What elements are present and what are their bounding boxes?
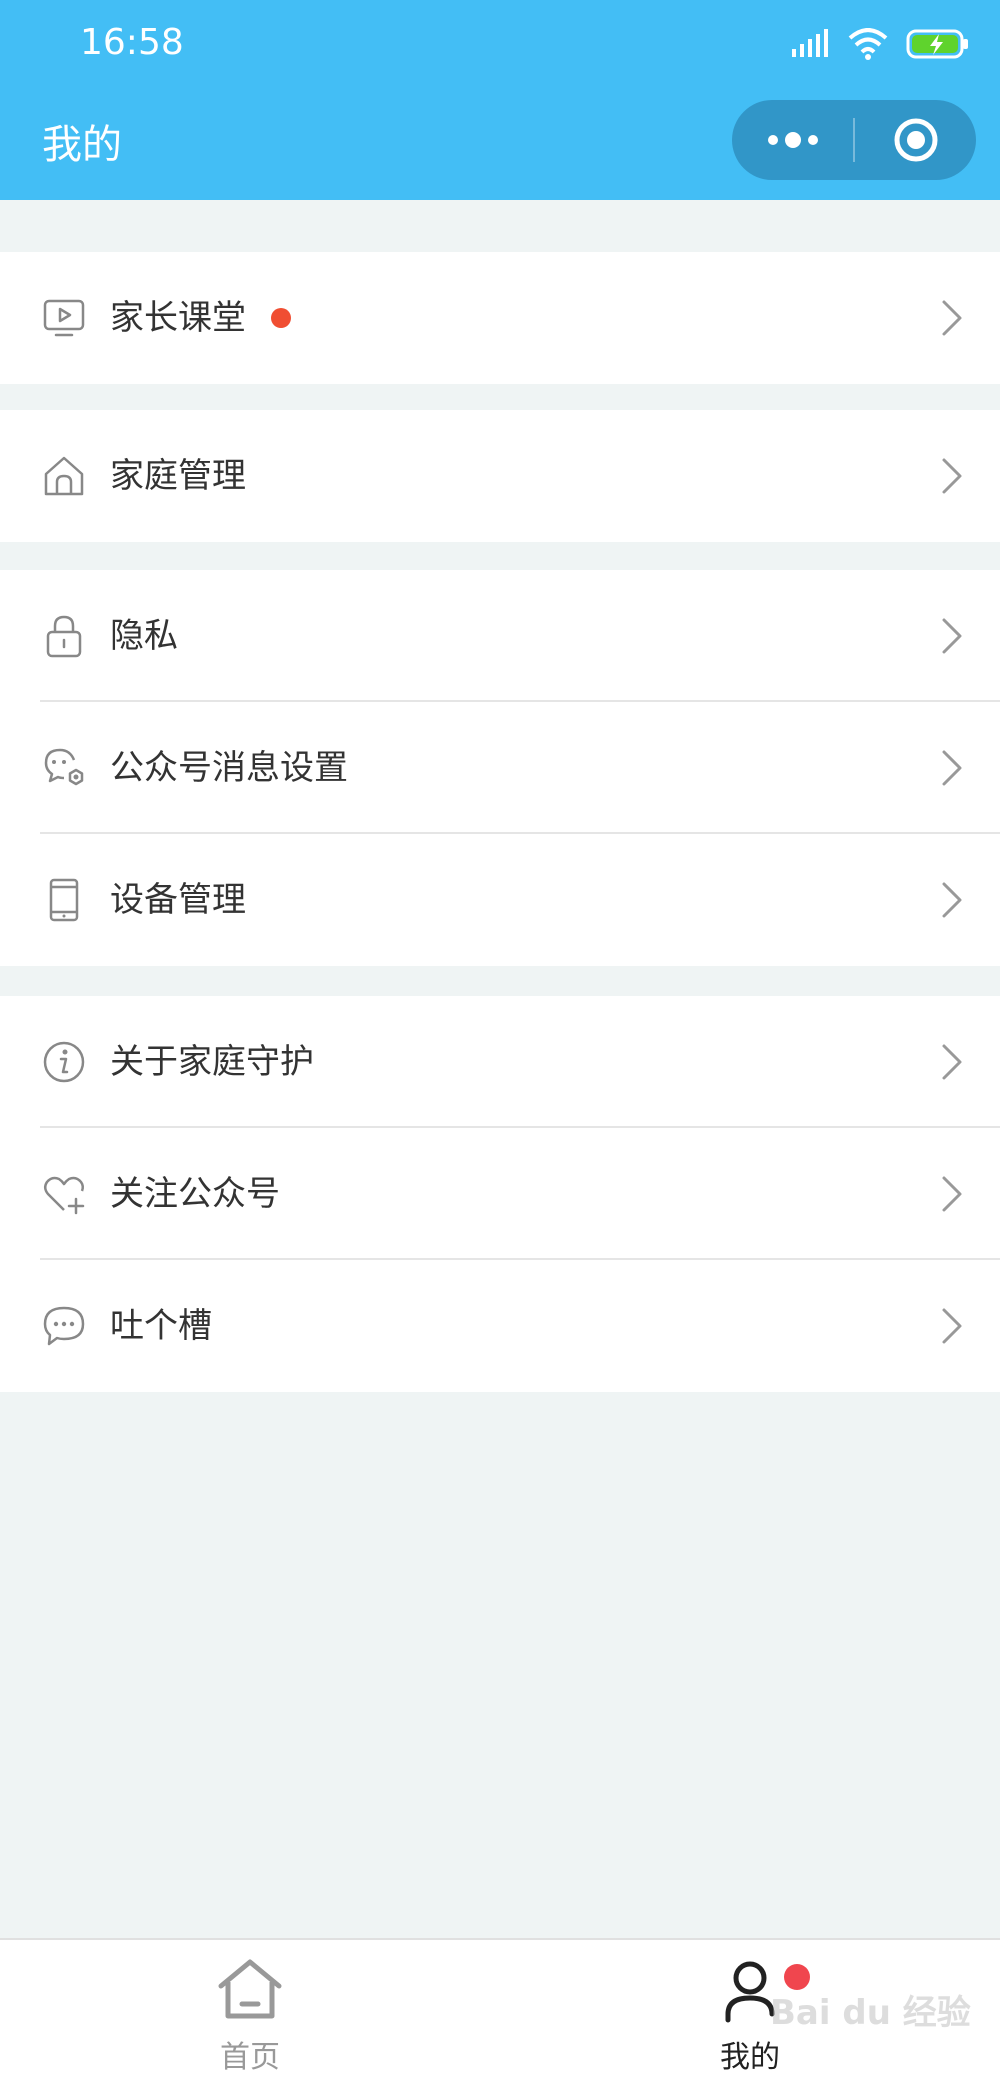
tab-home[interactable]: 首页 bbox=[140, 1940, 360, 2080]
watermark: Bai du 经验 bbox=[770, 1993, 971, 2033]
menu-item-label: 设备管理 bbox=[110, 880, 246, 920]
signal-icon bbox=[792, 29, 828, 57]
heart-plus-icon bbox=[44, 1176, 85, 1215]
phone-device-icon bbox=[49, 878, 79, 922]
chevron-right-icon bbox=[942, 618, 962, 654]
info-icon bbox=[43, 1041, 85, 1083]
menu-item-label: 吐个槽 bbox=[110, 1306, 212, 1346]
chevron-right-icon bbox=[942, 300, 962, 336]
menu-item-parent-class[interactable]: 家长课堂 bbox=[0, 252, 1000, 384]
mini-program-capsule bbox=[732, 100, 976, 180]
menu-section-4: 关于家庭守护 关注公众号 吐个槽 bbox=[0, 996, 1000, 1392]
menu-section-2: 家庭管理 bbox=[0, 410, 1000, 542]
menu-item-about[interactable]: 关于家庭守护 bbox=[0, 996, 1000, 1128]
chevron-right-icon bbox=[942, 1044, 962, 1080]
battery-charging-icon bbox=[906, 29, 968, 59]
play-screen-icon bbox=[43, 299, 85, 337]
menu-item-device-management[interactable]: 设备管理 bbox=[0, 834, 1000, 966]
menu-section-1: 家长课堂 bbox=[0, 252, 1000, 384]
status-icons bbox=[790, 24, 970, 64]
tab-label: 首页 bbox=[220, 2040, 280, 2075]
target-circle-icon bbox=[894, 118, 937, 162]
home-tab-icon bbox=[218, 1959, 282, 2019]
close-button[interactable] bbox=[855, 100, 976, 180]
chevron-right-icon bbox=[942, 750, 962, 786]
menu-item-label: 公众号消息设置 bbox=[110, 748, 348, 788]
status-time: 16:58 bbox=[80, 22, 184, 63]
chat-bubble-icon bbox=[43, 1306, 85, 1346]
home-icon bbox=[44, 456, 84, 496]
chevron-right-icon bbox=[942, 1176, 962, 1212]
lock-icon bbox=[46, 615, 82, 658]
menu-item-label: 关于家庭守护 bbox=[110, 1042, 314, 1082]
menu-item-feedback[interactable]: 吐个槽 bbox=[0, 1260, 1000, 1392]
more-button[interactable] bbox=[732, 100, 853, 180]
chevron-right-icon bbox=[942, 882, 962, 918]
menu-item-label: 家长课堂 bbox=[110, 298, 246, 338]
chat-settings-icon bbox=[44, 748, 84, 786]
menu-section-3: 隐私 公众号消息设置 设备管理 bbox=[0, 570, 1000, 966]
new-badge-dot bbox=[271, 308, 291, 328]
menu-item-privacy[interactable]: 隐私 bbox=[0, 570, 1000, 702]
chevron-right-icon bbox=[942, 1308, 962, 1344]
chevron-right-icon bbox=[942, 458, 962, 494]
menu-item-family-management[interactable]: 家庭管理 bbox=[0, 410, 1000, 542]
menu-item-official-account-settings[interactable]: 公众号消息设置 bbox=[0, 702, 1000, 834]
header-bar: 16:58 我的 bbox=[0, 0, 1000, 200]
page-title: 我的 bbox=[42, 122, 122, 168]
wifi-icon bbox=[848, 28, 888, 60]
menu-item-label: 关注公众号 bbox=[110, 1174, 280, 1214]
tab-label: 我的 bbox=[720, 2040, 780, 2075]
menu-item-follow-account[interactable]: 关注公众号 bbox=[0, 1128, 1000, 1260]
menu-item-label: 隐私 bbox=[110, 616, 178, 656]
more-dots-icon bbox=[767, 132, 818, 148]
menu-item-label: 家庭管理 bbox=[110, 456, 246, 496]
